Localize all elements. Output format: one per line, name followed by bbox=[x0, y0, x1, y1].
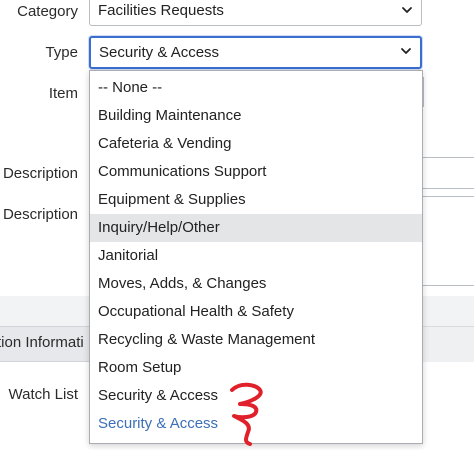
dropdown-option-occupational-health-safety[interactable]: Occupational Health & Safety bbox=[90, 298, 422, 326]
dropdown-option-communications-support[interactable]: Communications Support bbox=[90, 158, 422, 186]
category-label: Category bbox=[17, 3, 78, 20]
description-label: Description bbox=[2, 206, 78, 223]
dropdown-option-room-setup[interactable]: Room Setup bbox=[90, 354, 422, 382]
form-stage: tion Informati Category Type Item Descri… bbox=[0, 0, 474, 450]
type-select[interactable]: Security & Access bbox=[89, 36, 422, 69]
watch-list-label: Watch List bbox=[8, 386, 78, 403]
dropdown-option-inquiry-help-other[interactable]: Inquiry/Help/Other bbox=[90, 214, 422, 242]
category-select-value: Facilities Requests bbox=[98, 2, 224, 19]
dropdown-option-cafeteria-vending[interactable]: Cafeteria & Vending bbox=[90, 130, 422, 158]
chevron-down-icon bbox=[399, 44, 413, 58]
short-description-label: Description bbox=[2, 165, 78, 182]
dropdown-option-janitorial[interactable]: Janitorial bbox=[90, 242, 422, 270]
dropdown-option-building-maintenance[interactable]: Building Maintenance bbox=[90, 102, 422, 130]
section-title: tion Informati bbox=[0, 334, 84, 351]
item-label: Item bbox=[48, 85, 78, 102]
chevron-down-icon bbox=[400, 3, 414, 17]
dropdown-option-recycling-waste-management[interactable]: Recycling & Waste Management bbox=[90, 326, 422, 354]
type-select-value: Security & Access bbox=[99, 44, 220, 61]
type-label: Type bbox=[45, 44, 78, 61]
dropdown-option-security-access[interactable]: Security & Access bbox=[90, 382, 422, 410]
dropdown-option-security-access-selected[interactable]: Security & Access bbox=[90, 410, 422, 438]
dropdown-option-none[interactable]: -- None -- bbox=[90, 74, 422, 102]
type-dropdown-list[interactable]: -- None -- Building Maintenance Cafeteri… bbox=[89, 70, 423, 444]
dropdown-option-moves-adds-changes[interactable]: Moves, Adds, & Changes bbox=[90, 270, 422, 298]
dropdown-option-equipment-supplies[interactable]: Equipment & Supplies bbox=[90, 186, 422, 214]
category-select[interactable]: Facilities Requests bbox=[89, 0, 422, 26]
